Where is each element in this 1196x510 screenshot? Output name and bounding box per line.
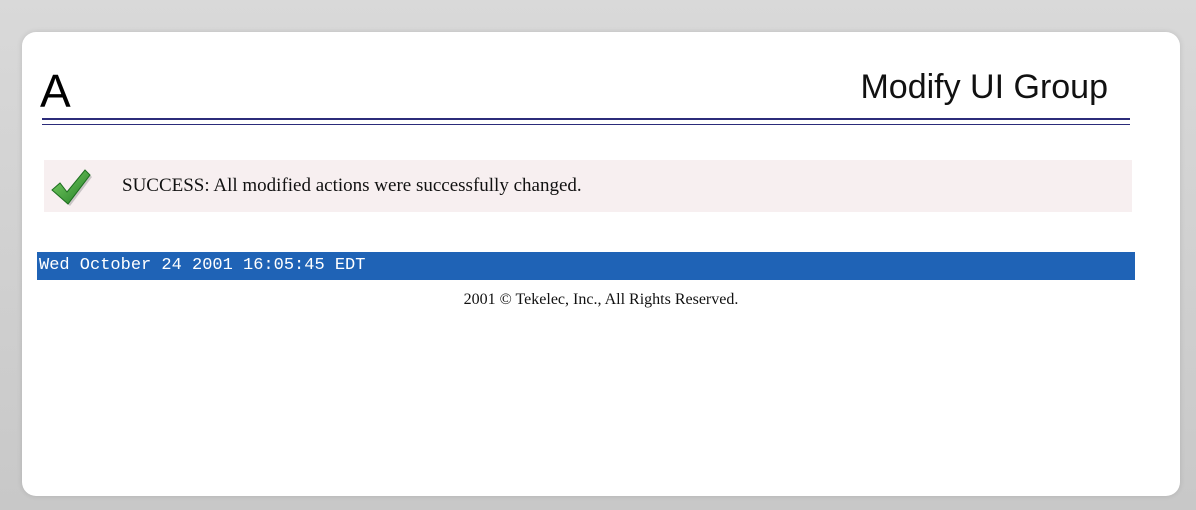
success-message-text: SUCCESS: All modified actions were succe…: [122, 175, 582, 196]
status-bar: Wed October 24 2001 16:05:45 EDT: [37, 252, 1135, 280]
success-message: SUCCESS: All modified actions were succe…: [44, 160, 1132, 212]
page-title: Modify UI Group: [860, 68, 1108, 106]
title-divider: [42, 118, 1130, 120]
copyright-text: 2001 © Tekelec, Inc., All Rights Reserve…: [463, 291, 739, 308]
window-frame: A Modify UI Group SUCCESS: All modified …: [0, 0, 1196, 510]
content-panel: A Modify UI Group SUCCESS: All modified …: [22, 32, 1180, 496]
status-datetime: Wed October 24 2001 16:05:45 EDT: [39, 256, 366, 275]
check-icon: [51, 169, 92, 206]
section-letter: A: [40, 65, 71, 117]
title-divider-secondary: [42, 124, 1130, 125]
